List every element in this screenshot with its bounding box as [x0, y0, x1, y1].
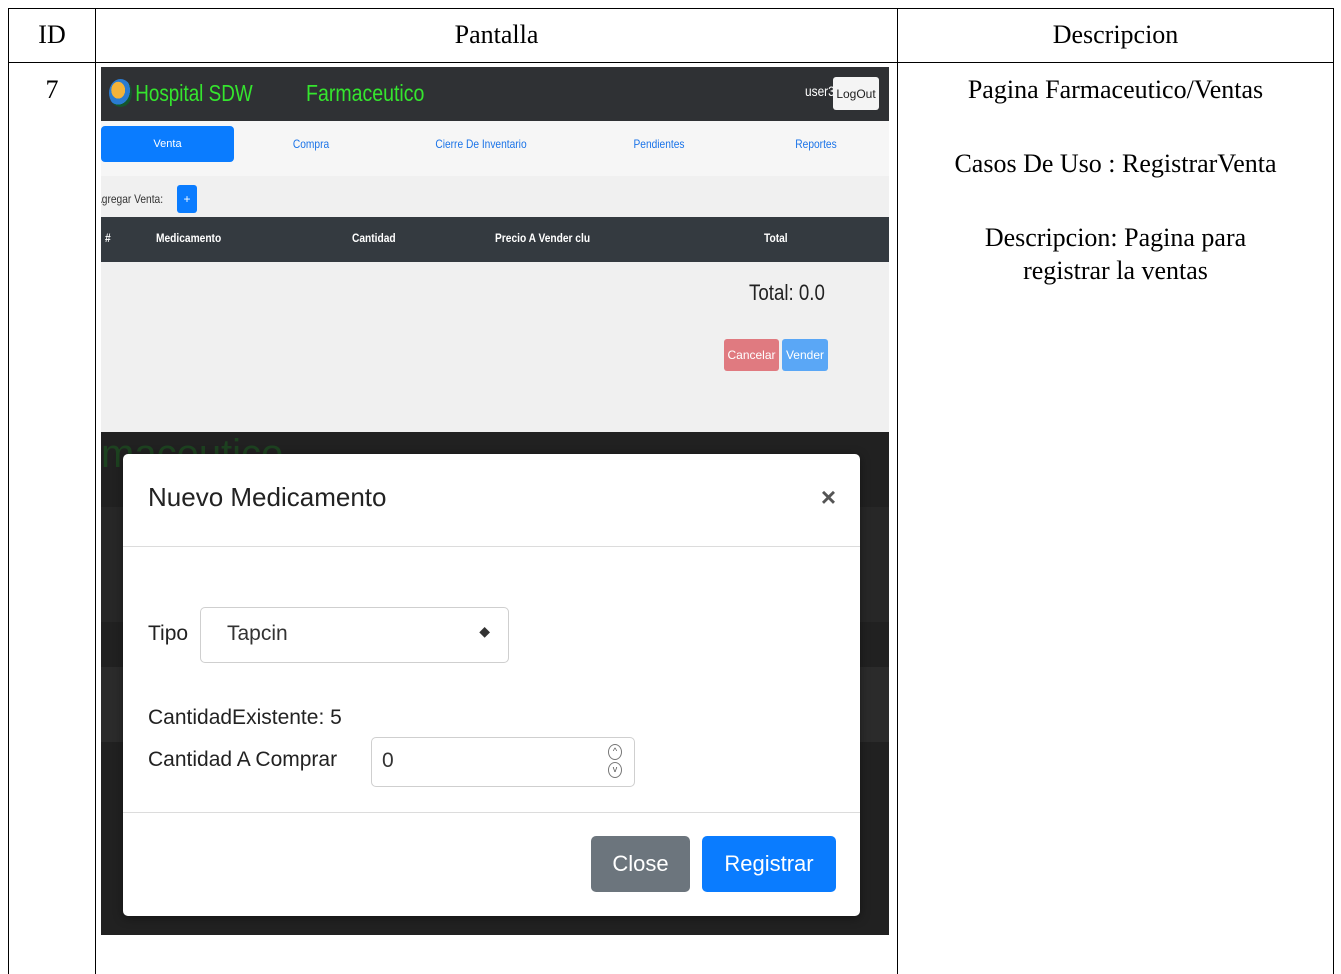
desc-line-4: registrar la ventas	[1023, 256, 1208, 285]
quantity-stepper[interactable]: ^ v	[608, 744, 622, 778]
tipo-selected-value: Tapcin	[227, 622, 288, 645]
quantity-input[interactable]: 0 ^ v	[371, 737, 635, 787]
col-cantidad: Cantidad	[352, 231, 396, 245]
cancel-button[interactable]: Cancelar	[724, 339, 779, 371]
modal-title: Nuevo Medicamento	[148, 482, 387, 512]
tipo-select[interactable]: Tapcin ◆	[200, 607, 509, 663]
brand-text: Hospital SDW	[135, 79, 253, 106]
quantity-value: 0	[382, 749, 394, 772]
sale-total: Total: 0.0	[749, 280, 825, 305]
add-sale-row: Agregar Venta: +	[101, 185, 198, 213]
header-id: ID	[38, 20, 66, 49]
chevron-down-icon[interactable]: v	[608, 762, 622, 778]
modal-header-divider	[123, 546, 860, 547]
select-arrows-icon: ◆	[479, 623, 490, 639]
add-sale-button[interactable]: +	[177, 185, 198, 213]
user-name: user3	[805, 83, 835, 99]
tab-compra[interactable]: Compra	[277, 126, 345, 162]
table-border-header	[8, 62, 1334, 63]
existing-quantity: CantidadExistente: 5	[148, 706, 342, 729]
col-total: Total	[764, 231, 788, 245]
close-icon[interactable]: ×	[821, 482, 836, 513]
nav-tabs: Venta Compra Cierre De Inventario Pendie…	[101, 121, 889, 176]
tab-cierre-inventario[interactable]: Cierre De Inventario	[422, 126, 541, 162]
desc-line-2: Casos De Uso : RegistrarVenta	[954, 149, 1277, 178]
quantity-label: Cantidad A Comprar	[148, 748, 338, 771]
desc-line-3: Descripcion: Pagina para	[984, 223, 1247, 252]
add-sale-label: Agregar Venta:	[101, 192, 164, 206]
row-id: 7	[45, 75, 59, 104]
logout-button[interactable]: LogOut	[833, 77, 879, 110]
desc-line-1: Pagina Farmaceutico/Ventas	[967, 75, 1264, 104]
sell-button[interactable]: Vender	[782, 339, 828, 371]
tipo-label: Tipo	[148, 622, 189, 645]
col-precio: Precio A Vender clu	[495, 231, 591, 245]
table-border-right	[1333, 8, 1334, 974]
tab-pendientes[interactable]: Pendientes	[622, 126, 695, 162]
col-number: #	[105, 231, 111, 245]
header-descripcion: Descripcion	[1052, 20, 1179, 49]
new-medication-modal: Nuevo Medicamento × Tipo Tapcin ◆ Cantid…	[123, 454, 860, 916]
tab-reportes[interactable]: Reportes	[782, 126, 850, 162]
app-screenshot: Hospital SDW Farmaceutico user3 LogOut V…	[101, 67, 889, 935]
col-medicamento: Medicamento	[156, 231, 222, 245]
app-topbar: Hospital SDW Farmaceutico user3 LogOut	[101, 67, 889, 121]
table-border-left	[8, 8, 9, 974]
brand[interactable]: Hospital SDW	[109, 73, 253, 113]
header-pantalla: Pantalla	[454, 20, 539, 49]
sales-table-header: # Medicamento Cantidad Precio A Vender c…	[101, 217, 889, 262]
hospital-logo-icon	[109, 79, 132, 107]
section-title: Farmaceutico	[306, 79, 425, 106]
table-border-col1	[95, 8, 96, 974]
close-button[interactable]: Close	[591, 836, 690, 892]
tab-venta[interactable]: Venta	[101, 126, 234, 162]
modal-footer-divider	[123, 812, 860, 813]
chevron-up-icon[interactable]: ^	[608, 744, 622, 760]
register-button[interactable]: Registrar	[702, 836, 836, 892]
